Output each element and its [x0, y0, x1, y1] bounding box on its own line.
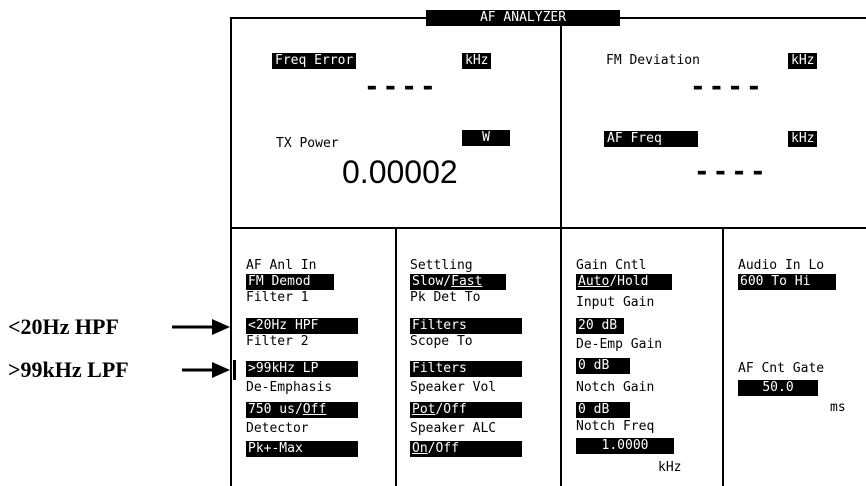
callout-hpf-arrow	[172, 317, 230, 337]
af-freq-label: AF Freq	[604, 131, 698, 147]
speaker-alc-option-on[interactable]: On	[412, 441, 428, 456]
notch-freq-field[interactable]: 1.0000	[576, 438, 674, 454]
frame-mid-horizontal	[230, 227, 866, 229]
audio-in-lo-field[interactable]: 600 To Hi	[738, 274, 836, 290]
callout-lpf-text: >99kHz LPF	[8, 357, 129, 382]
af-cnt-gate-label: AF Cnt Gate	[738, 361, 825, 376]
settling-field[interactable]: Slow/Fast	[410, 274, 506, 290]
pk-det-to-field[interactable]: Filters	[410, 318, 522, 334]
filter2-label: Filter 2	[246, 334, 309, 349]
frame-upper-vertical	[560, 17, 562, 229]
notch-freq-label: Notch Freq	[576, 419, 655, 434]
af-cnt-gate-field[interactable]: 50.0	[738, 380, 818, 396]
settling-option-slow[interactable]: Slow/	[412, 274, 451, 289]
frame-lower-vertical-3	[722, 227, 724, 486]
freq-error-unit: kHz	[462, 53, 492, 69]
audio-in-lo-label: Audio In Lo	[738, 258, 825, 273]
notch-gain-field[interactable]: 0 dB	[576, 402, 630, 418]
pk-det-to-label: Pk Det To	[410, 290, 481, 305]
gain-cntl-option-hold[interactable]: /Hold	[609, 274, 648, 289]
gain-cntl-label: Gain Cntl	[576, 258, 647, 273]
input-gain-label: Input Gain	[576, 295, 655, 310]
frame-top-right	[620, 17, 866, 19]
af-freq-value: ----	[694, 157, 769, 187]
speaker-vol-label: Speaker Vol	[410, 380, 497, 395]
fm-deviation-unit: kHz	[788, 53, 818, 69]
de-emphasis-option-750us[interactable]: 750 us/	[248, 402, 303, 417]
speaker-alc-field[interactable]: On/Off	[410, 441, 522, 457]
screen-title: AF ANALYZER	[426, 10, 620, 26]
settling-label: Settling	[410, 258, 473, 273]
tx-power-value: 0.00002	[342, 154, 458, 190]
callout-hpf-text: <20Hz HPF	[8, 314, 119, 339]
notch-gain-label: Notch Gain	[576, 380, 655, 395]
de-emp-gain-label: De-Emp Gain	[576, 337, 663, 352]
frame-lower-vertical-2	[560, 227, 562, 486]
detector-field[interactable]: Pk+-Max	[246, 441, 358, 457]
frame-top-left	[230, 17, 426, 19]
filter1-label: Filter 1	[246, 290, 309, 305]
notch-freq-unit: kHz	[658, 460, 682, 475]
af-anl-in-field[interactable]: FM Demod	[246, 274, 334, 290]
input-gain-field[interactable]: 20 dB	[576, 318, 624, 334]
filter2-field[interactable]: >99kHz LP	[246, 361, 358, 377]
callout-lpf-arrow	[182, 360, 230, 380]
freq-error-label: Freq Error	[272, 53, 357, 69]
frame-left	[230, 17, 232, 486]
speaker-alc-label: Speaker ALC	[410, 421, 497, 436]
fm-deviation-label: FM Deviation	[606, 53, 700, 68]
speaker-vol-option-off[interactable]: /Off	[435, 402, 466, 417]
speaker-vol-field[interactable]: Pot/Off	[410, 402, 522, 418]
af-cnt-gate-unit: ms	[830, 400, 846, 415]
tx-power-label: TX Power	[276, 136, 339, 151]
settling-option-fast[interactable]: Fast	[451, 274, 482, 289]
gain-cntl-option-auto[interactable]: Auto	[578, 274, 609, 289]
speaker-vol-option-pot[interactable]: Pot	[412, 402, 435, 417]
frame-lower-vertical-1	[395, 227, 397, 486]
tx-power-unit: W	[462, 130, 510, 146]
af-anl-in-label: AF Anl In	[246, 258, 317, 273]
de-emphasis-option-off[interactable]: Off	[303, 402, 326, 417]
freq-error-value: ----	[364, 72, 439, 102]
de-emphasis-label: De-Emphasis	[246, 380, 333, 395]
speaker-alc-option-off[interactable]: /Off	[428, 441, 459, 456]
filter1-field[interactable]: <20Hz HPF	[246, 318, 358, 334]
de-emp-gain-field[interactable]: 0 dB	[576, 358, 630, 374]
gain-cntl-field[interactable]: Auto/Hold	[576, 274, 672, 290]
field-cursor-marker	[233, 360, 236, 380]
af-freq-unit: kHz	[788, 131, 818, 147]
scope-to-field[interactable]: Filters	[410, 361, 522, 377]
de-emphasis-field[interactable]: 750 us/Off	[246, 402, 358, 418]
scope-to-label: Scope To	[410, 334, 473, 349]
fm-deviation-value: ----	[690, 72, 765, 102]
detector-label: Detector	[246, 421, 309, 436]
